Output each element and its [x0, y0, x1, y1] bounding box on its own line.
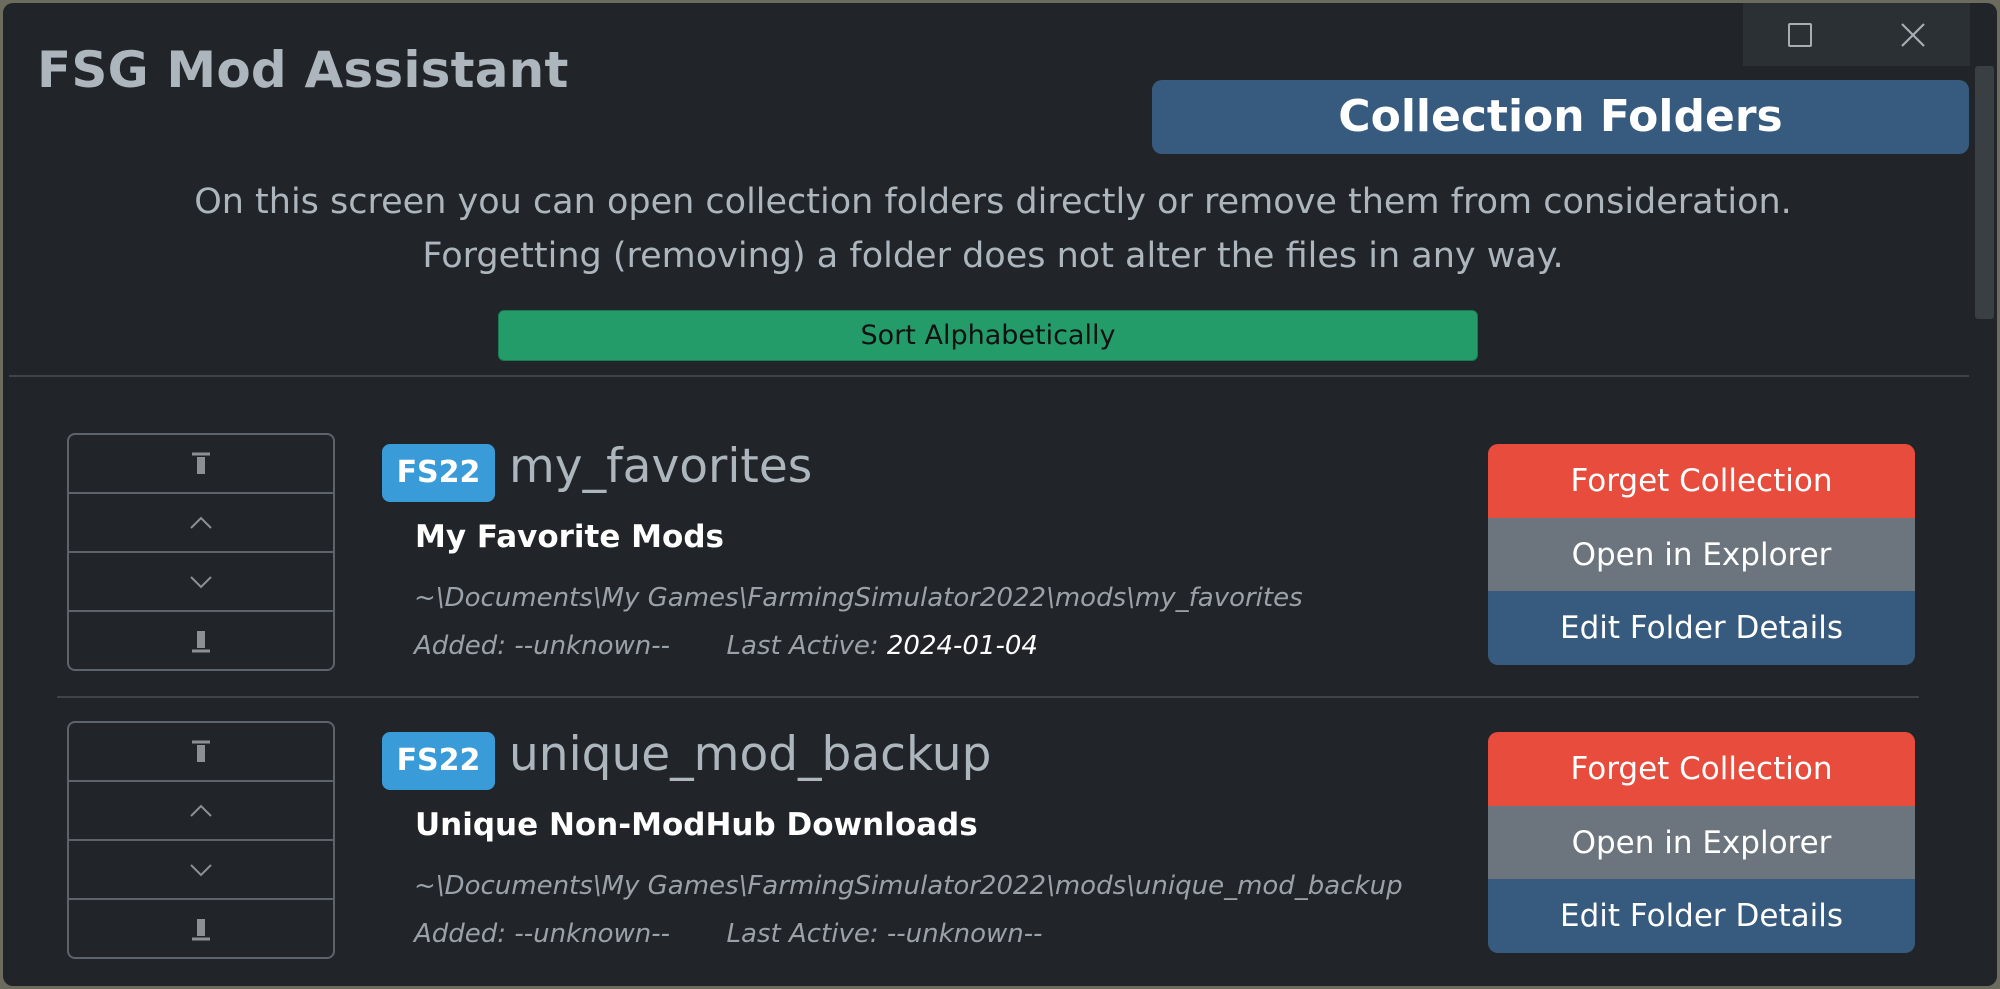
game-version-badge: FS22: [382, 444, 495, 502]
added-label: Added:: [414, 631, 507, 661]
open-in-explorer-button[interactable]: Open in Explorer: [1488, 805, 1915, 880]
scrollbar-thumb[interactable]: [1975, 66, 1994, 319]
app-window: FSG Mod Assistant Collection Folders On …: [3, 3, 1997, 986]
collection-actions: Forget Collection Open in Explorer Edit …: [1488, 444, 1915, 665]
row-divider: [57, 696, 1919, 698]
maximize-button[interactable]: [1743, 3, 1857, 66]
forget-collection-button[interactable]: Forget Collection: [1488, 732, 1915, 806]
collection-dates: Added: --unknown-- Last Active: --unknow…: [414, 919, 1043, 949]
close-icon: [1901, 22, 1926, 47]
move-bottom-button[interactable]: [69, 900, 333, 957]
collection-item: FS22 unique_mod_backup Unique Non-ModHub…: [57, 721, 1919, 986]
added-value: --unknown--: [514, 631, 670, 661]
move-controls: [67, 433, 335, 671]
collection-dates: Added: --unknown-- Last Active: 2024-01-…: [414, 631, 1038, 661]
window-controls: [1743, 3, 1970, 66]
added-value: --unknown--: [514, 919, 670, 949]
move-up-button[interactable]: [69, 494, 333, 553]
move-bottom-icon: [192, 918, 210, 940]
move-controls: [67, 721, 335, 959]
collection-folder-name: unique_mod_backup: [509, 727, 992, 782]
collection-path: ~\Documents\My Games\FarmingSimulator202…: [414, 871, 1403, 901]
last-active-label: Last Active:: [726, 631, 879, 661]
move-down-button[interactable]: [69, 553, 333, 612]
move-up-button[interactable]: [69, 782, 333, 841]
collection-description: My Favorite Mods: [415, 519, 724, 555]
move-bottom-button[interactable]: [69, 612, 333, 669]
game-version-badge: FS22: [382, 732, 495, 790]
move-top-icon: [192, 740, 210, 762]
maximize-icon: [1787, 22, 1812, 47]
move-top-icon: [192, 452, 210, 474]
close-button[interactable]: [1857, 3, 1971, 66]
move-top-button[interactable]: [69, 723, 333, 782]
move-down-icon: [190, 863, 212, 876]
open-in-explorer-button[interactable]: Open in Explorer: [1488, 517, 1915, 592]
added-label: Added:: [414, 919, 507, 949]
last-active-value: --unknown--: [886, 919, 1043, 949]
last-active-value: 2024-01-04: [886, 631, 1038, 661]
move-down-button[interactable]: [69, 841, 333, 900]
forget-collection-button[interactable]: Forget Collection: [1488, 444, 1915, 518]
move-up-icon: [190, 516, 212, 529]
header-divider: [9, 375, 1969, 377]
move-top-button[interactable]: [69, 435, 333, 494]
app-title: FSG Mod Assistant: [37, 41, 569, 99]
intro-text: On this screen you can open collection f…: [194, 182, 1792, 276]
scrollbar[interactable]: [1973, 3, 1997, 986]
collection-item: FS22 my_favorites My Favorite Mods ~\Doc…: [57, 433, 1919, 703]
sort-alphabetically-button[interactable]: Sort Alphabetically: [498, 310, 1478, 361]
collection-actions: Forget Collection Open in Explorer Edit …: [1488, 732, 1915, 953]
move-bottom-icon: [192, 630, 210, 652]
collection-path: ~\Documents\My Games\FarmingSimulator202…: [414, 583, 1303, 613]
edit-folder-details-button[interactable]: Edit Folder Details: [1488, 879, 1915, 953]
move-up-icon: [190, 804, 212, 817]
collection-description: Unique Non-ModHub Downloads: [415, 807, 978, 843]
last-active-label: Last Active:: [726, 919, 879, 949]
edit-folder-details-button[interactable]: Edit Folder Details: [1488, 591, 1915, 665]
move-down-icon: [190, 575, 212, 588]
collection-folder-name: my_favorites: [509, 439, 813, 494]
page-heading: Collection Folders: [1152, 80, 1969, 154]
